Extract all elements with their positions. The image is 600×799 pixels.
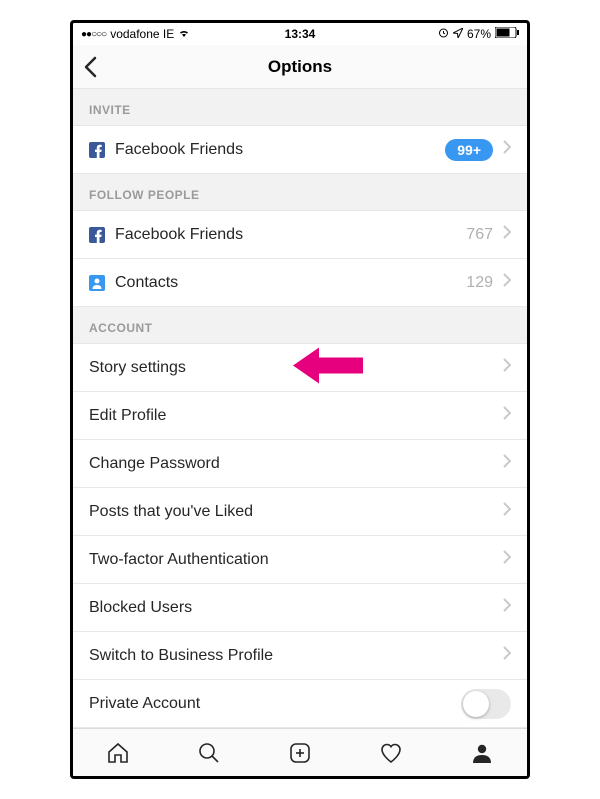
tab-activity[interactable] [345,729,436,776]
row-label: Facebook Friends [115,141,445,159]
row-blocked-users[interactable]: Blocked Users [73,584,527,632]
section-header-account: ACCOUNT [73,307,527,344]
facebook-icon [89,227,115,243]
wifi-icon [178,27,190,41]
settings-list: INVITE Facebook Friends 99+ FOLLOW PEOPL… [73,89,527,728]
row-label: Facebook Friends [115,226,466,244]
chevron-right-icon [503,273,511,292]
page-title: Options [268,57,332,77]
facebook-icon [89,142,115,158]
chevron-right-icon [503,646,511,665]
chevron-right-icon [503,598,511,617]
tab-search[interactable] [164,729,255,776]
row-label: Blocked Users [89,599,503,617]
row-label: Two-factor Authentication [89,551,503,569]
nav-bar: Options [73,45,527,89]
plus-box-icon [288,741,312,765]
carrier-label: vodafone IE [110,27,174,41]
chevron-right-icon [503,358,511,377]
location-icon [453,27,463,41]
count-badge: 99+ [445,139,493,161]
row-follow-facebook[interactable]: Facebook Friends 767 [73,211,527,259]
battery-percent: 67% [467,27,491,41]
row-switch-business[interactable]: Switch to Business Profile [73,632,527,680]
heart-icon [379,741,403,765]
alarm-icon [438,27,449,41]
status-time: 13:34 [285,27,316,41]
row-label: Contacts [115,274,466,292]
row-invite-facebook[interactable]: Facebook Friends 99+ [73,126,527,174]
row-count: 767 [466,226,493,244]
battery-icon [495,27,519,41]
row-label: Private Account [89,695,461,713]
status-bar: ●●○○○ vodafone IE 13:34 67% [73,23,527,45]
row-label: Switch to Business Profile [89,647,503,665]
status-right: 67% [438,27,519,41]
row-count: 129 [466,274,493,292]
row-two-factor[interactable]: Two-factor Authentication [73,536,527,584]
row-posts-liked[interactable]: Posts that you've Liked [73,488,527,536]
row-label: Posts that you've Liked [89,503,503,521]
signal-dots-icon: ●●○○○ [81,29,106,40]
contacts-icon [89,275,115,291]
profile-icon [470,741,494,765]
row-private-account[interactable]: Private Account [73,680,527,728]
section-header-invite: INVITE [73,89,527,126]
chevron-right-icon [503,454,511,473]
row-change-password[interactable]: Change Password [73,440,527,488]
private-account-toggle[interactable] [461,689,511,719]
back-button[interactable] [83,56,97,78]
row-edit-profile[interactable]: Edit Profile [73,392,527,440]
tab-new-post[interactable] [255,729,346,776]
row-label: Edit Profile [89,407,503,425]
chevron-right-icon [503,225,511,244]
chevron-right-icon [503,502,511,521]
row-follow-contacts[interactable]: Contacts 129 [73,259,527,307]
chevron-right-icon [503,550,511,569]
status-left: ●●○○○ vodafone IE [81,27,190,41]
tab-profile[interactable] [436,729,527,776]
tab-bar [73,728,527,776]
row-story-settings[interactable]: Story settings [73,344,527,392]
section-header-follow: FOLLOW PEOPLE [73,174,527,211]
chevron-right-icon [503,406,511,425]
search-icon [197,741,221,765]
phone-frame: ●●○○○ vodafone IE 13:34 67% Options [70,20,530,779]
home-icon [106,741,130,765]
row-label: Story settings [89,359,503,377]
tab-home[interactable] [73,729,164,776]
row-label: Change Password [89,455,503,473]
chevron-right-icon [503,140,511,159]
